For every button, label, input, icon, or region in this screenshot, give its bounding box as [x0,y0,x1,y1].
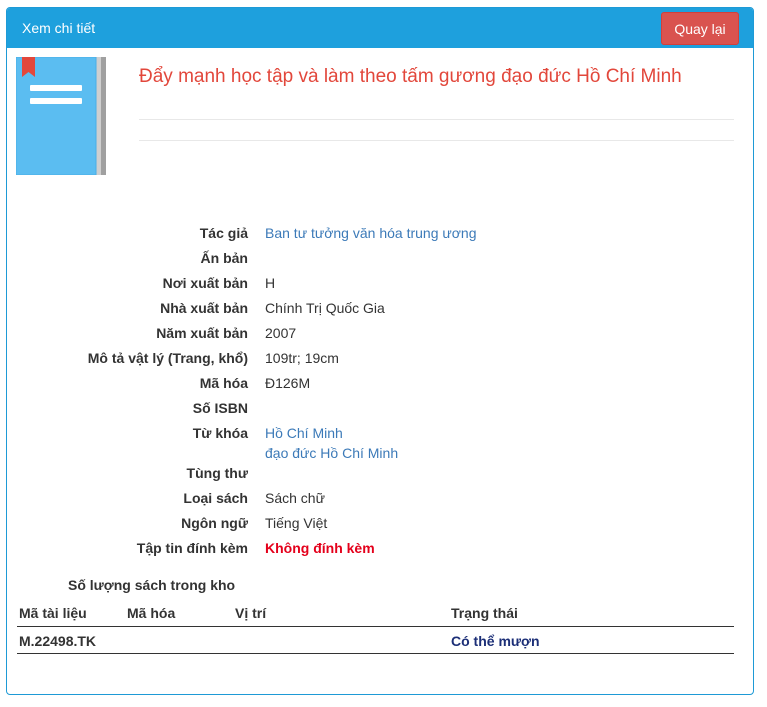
code-label: Mã hóa [199,375,248,391]
divider [139,140,734,141]
table-header-border [17,626,734,627]
language-label: Ngôn ngữ [181,515,248,531]
column-header-doc-id: Mã tài liệu [19,605,87,621]
attachment-label: Tập tin đính kèm [136,540,248,556]
column-header-code: Mã hóa [127,605,176,621]
edition-label: Ấn bản [200,250,248,266]
status-cell: Có thể mượn [451,633,540,649]
attachment-value: Không đính kèm [265,540,375,556]
year-value: 2007 [265,325,297,341]
publisher-value: Chính Trị Quốc Gia [265,300,385,316]
physical-value: 109tr; 19cm [265,350,339,366]
series-label: Tùng thư [186,465,248,481]
language-value: Tiếng Việt [265,515,328,531]
divider [139,119,734,120]
doc-id-cell: M.22498.TK [19,633,97,649]
publisher-label: Nhà xuất bản [160,300,248,316]
keyword-link[interactable]: Hồ Chí Minh [265,425,343,441]
place-label: Nơi xuất bản [162,275,248,291]
place-value: H [265,275,276,291]
stock-title: Số lượng sách trong kho [68,577,236,593]
author-label: Tác giả [199,225,248,241]
isbn-label: Số ISBN [192,400,248,416]
code-value: Đ126M [265,375,311,391]
type-value: Sách chữ [265,490,325,506]
column-header-status: Trạng thái [451,605,518,621]
back-button[interactable]: Quay lại [661,12,739,45]
type-label: Loại sách [183,490,248,506]
physical-label: Mô tả vật lý (Trang, khổ) [87,350,248,366]
book-title: Đẩy mạnh học tập và làm theo tấm gương đ… [139,66,682,87]
panel-title: Xem chi tiết [22,20,96,36]
book-cover-icon [15,56,106,176]
keyword-link[interactable]: đạo đức Hồ Chí Minh [265,445,398,461]
table-bottom-border [17,653,734,654]
keywords-label: Từ khóa [192,425,248,441]
year-label: Năm xuất bản [156,325,248,341]
column-header-location: Vị trí [235,605,267,621]
author-link[interactable]: Ban tư tưởng văn hóa trung ương [265,225,477,241]
panel-header: Xem chi tiết Quay lại [7,8,753,48]
